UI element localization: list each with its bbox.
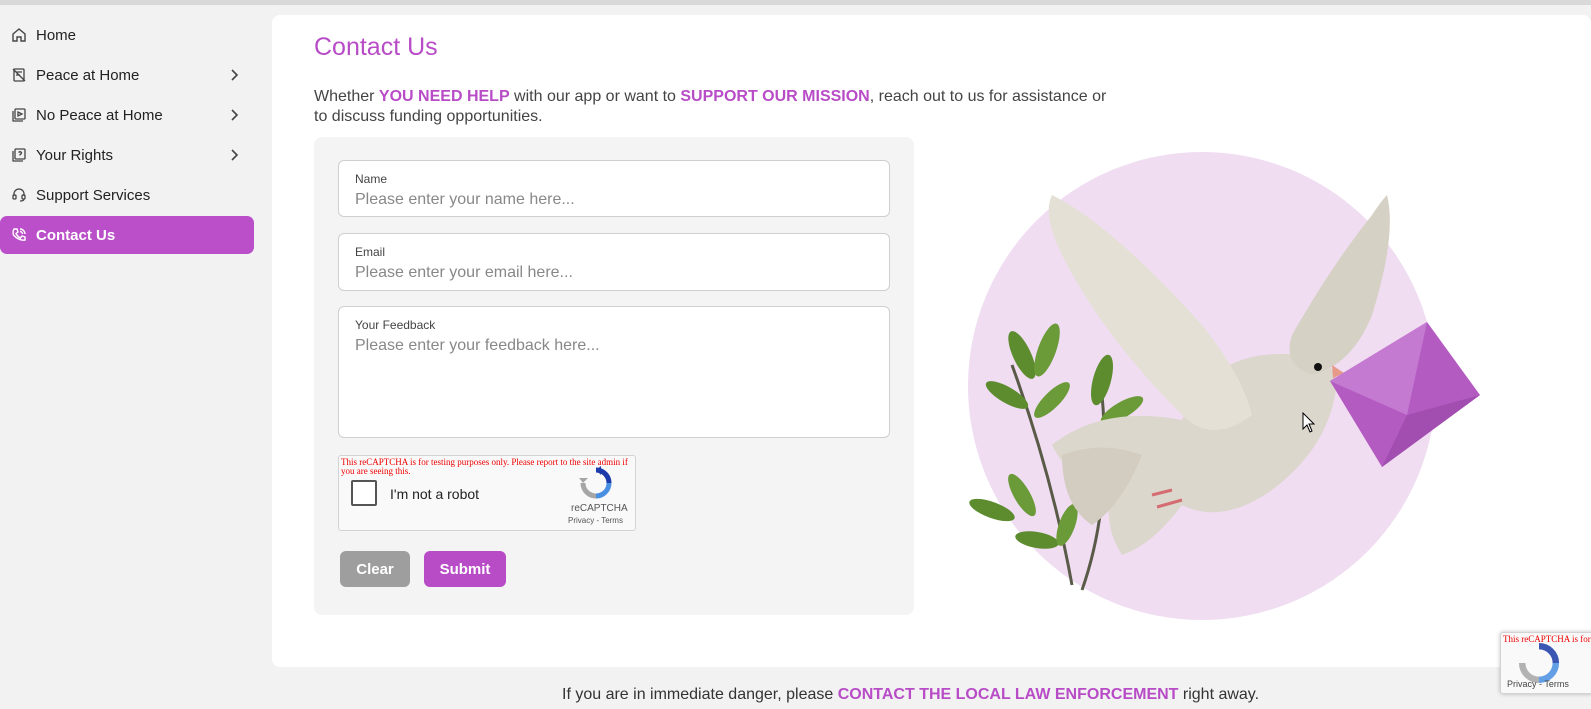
mouse-cursor-icon [1302, 412, 1316, 433]
sidebar-nav: Home Peace at Home No Peace at Home Your… [0, 16, 254, 256]
feedback-textarea[interactable]: Please enter your feedback here... [355, 337, 600, 355]
name-label: Name [355, 172, 388, 186]
emergency-notice: If you are in immediate danger, please C… [562, 686, 1259, 704]
browser-top-edge [0, 0, 1591, 5]
sidebar-item-label: No Peace at Home [36, 106, 163, 124]
sidebar-item-contact-us[interactable]: Contact Us [0, 216, 254, 254]
recaptcha-widget: This reCAPTCHA is for testing purposes o… [338, 455, 636, 531]
intro-text: Whether YOU NEED HELP with our app or wa… [314, 87, 1114, 127]
submit-button[interactable]: Submit [424, 551, 506, 587]
name-input[interactable]: Please enter your name here... [355, 191, 575, 209]
chevron-right-icon [231, 109, 239, 121]
recaptcha-checkbox[interactable] [351, 480, 377, 506]
law-enforcement-highlight[interactable]: CONTACT THE LOCAL LAW ENFORCEMENT [838, 686, 1179, 703]
intro-part: with our app or want to [509, 88, 681, 105]
recaptcha-label: I'm not a robot [390, 486, 480, 502]
sidebar-item-label: Contact Us [36, 226, 116, 244]
dove-envelope-illustration [968, 152, 1480, 620]
email-field[interactable]: Email Please enter your email here... [338, 233, 890, 291]
feedback-label: Your Feedback [355, 318, 436, 332]
sidebar-item-label: Peace at Home [36, 66, 140, 84]
no-fighting-icon [10, 66, 28, 84]
recaptcha-badge-terms[interactable]: Privacy - Terms [1507, 679, 1569, 689]
recaptcha-logo-icon [579, 466, 612, 499]
sidebar-item-home[interactable]: Home [0, 16, 254, 54]
emergency-text: If you are in immediate danger, please [562, 686, 838, 703]
phone-icon [10, 226, 28, 244]
sidebar-item-label: Your Rights [36, 146, 113, 164]
email-input[interactable]: Please enter your email here... [355, 264, 573, 282]
name-field[interactable]: Name Please enter your name here... [338, 160, 890, 217]
page-title: Contact Us [314, 33, 438, 61]
recaptcha-terms-link[interactable]: Privacy - Terms [568, 516, 623, 525]
help-book-icon [10, 146, 28, 164]
recaptcha-brand: reCAPTCHA [571, 503, 628, 514]
contact-card: Contact Us Whether YOU NEED HELP with ou… [272, 15, 1591, 667]
clear-button[interactable]: Clear [340, 551, 410, 587]
home-icon [10, 26, 28, 44]
emergency-text: right away. [1178, 686, 1260, 703]
intro-part: Whether [314, 88, 379, 105]
chevron-right-icon [231, 69, 239, 81]
intro-highlight-need-help: YOU NEED HELP [378, 88, 510, 105]
sidebar-item-label: Home [36, 26, 77, 44]
recaptcha-badge[interactable]: This reCAPTCHA is for testing purposes o… [1500, 632, 1591, 694]
feedback-field[interactable]: Your Feedback Please enter your feedback… [338, 306, 890, 438]
media-icon [10, 106, 28, 124]
chevron-right-icon [231, 149, 239, 161]
sidebar-item-label: Support Services [36, 186, 151, 204]
email-label: Email [355, 245, 386, 259]
sidebar-item-no-peace-at-home[interactable]: No Peace at Home [0, 96, 254, 134]
sidebar-item-peace-at-home[interactable]: Peace at Home [0, 56, 254, 94]
sidebar-item-your-rights[interactable]: Your Rights [0, 136, 254, 174]
headset-icon [10, 186, 28, 204]
intro-highlight-support-mission: SUPPORT OUR MISSION [680, 88, 870, 105]
contact-form: Name Please enter your name here... Emai… [314, 137, 914, 615]
sidebar-item-support-services[interactable]: Support Services [0, 176, 254, 214]
